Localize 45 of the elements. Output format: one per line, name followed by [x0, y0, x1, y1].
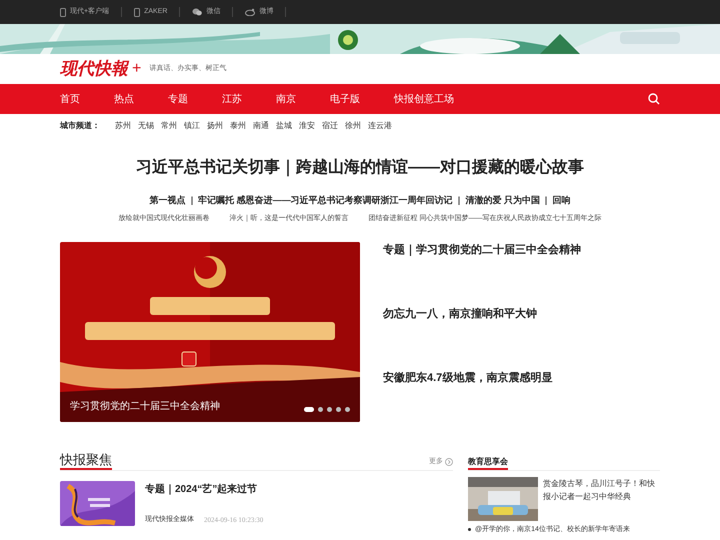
feature-link[interactable]: 赏金陵古琴，品川江号子！和快报小记者一起习中华经典 [543, 477, 660, 521]
nav-link[interactable]: 南京 [276, 84, 296, 114]
nav-link[interactable]: 江苏 [222, 84, 242, 114]
phone-icon [134, 8, 140, 16]
story-link[interactable]: 专题｜学习贯彻党的二十届三中全会精神 [383, 243, 581, 257]
chevron-circle-icon [445, 458, 453, 466]
logo[interactable]: 现代快報 [60, 56, 128, 82]
city-link[interactable]: 淮安 [299, 120, 315, 132]
nav-link[interactable]: 电子版 [330, 84, 360, 114]
city-link[interactable]: 镇江 [184, 120, 200, 132]
separator: | [458, 194, 460, 207]
logo-plus: + [132, 61, 142, 77]
city-link[interactable]: 常州 [161, 120, 177, 132]
city-link[interactable]: 徐州 [345, 120, 361, 132]
nav-link[interactable]: 专题 [168, 84, 188, 114]
headline-link[interactable]: 第一视点 [150, 194, 186, 208]
phone-icon [60, 8, 66, 16]
city-link[interactable]: 宿迁 [322, 120, 338, 132]
slide-caption[interactable]: 学习贯彻党的二十届三中全会精神 [70, 399, 220, 414]
story-link[interactable]: 安徽肥东4.7级地震，南京震感明显 [383, 371, 581, 385]
eye-icon [245, 8, 256, 16]
city-link[interactable]: 盐城 [276, 120, 292, 132]
chat-bubbles-icon [192, 8, 202, 16]
nav-link[interactable]: 热点 [114, 84, 134, 114]
headline[interactable]: 习近平总书记关切事｜跨越山海的情谊——对口援藏的暖心故事 [0, 156, 720, 180]
headline-link[interactable]: 清澈的爱 只为中国 [465, 194, 540, 208]
search-button[interactable] [648, 93, 660, 105]
city-link[interactable]: 南通 [253, 120, 269, 132]
headline-link[interactable]: 牢记嘱托 感恩奋进——习近平总书记考察调研浙江一周年回访记 [198, 194, 453, 208]
city-link[interactable]: 无锡 [138, 120, 154, 132]
city-link[interactable]: 扬州 [207, 120, 223, 132]
nav-link[interactable]: 快报创意工场 [394, 84, 454, 114]
city-link[interactable]: 苏州 [115, 120, 131, 132]
section-title: 教育思享会 [468, 456, 508, 470]
city-link[interactable]: 泰州 [230, 120, 246, 132]
city-link[interactable]: 连云港 [368, 120, 392, 132]
separator: | [544, 194, 548, 207]
city-channels-label: 城市频道： [60, 120, 100, 132]
separator: | [190, 194, 194, 207]
headline-link[interactable]: 回响 [552, 194, 570, 208]
nav-link[interactable]: 首页 [60, 84, 80, 114]
bullet-icon [468, 528, 471, 531]
section-title: 快报聚焦 [60, 452, 112, 470]
story-link[interactable]: 勿忘九一八，南京撞响和平大钟 [383, 307, 581, 321]
article-title[interactable]: 专题｜2024“艺”起来过节 [145, 482, 264, 497]
